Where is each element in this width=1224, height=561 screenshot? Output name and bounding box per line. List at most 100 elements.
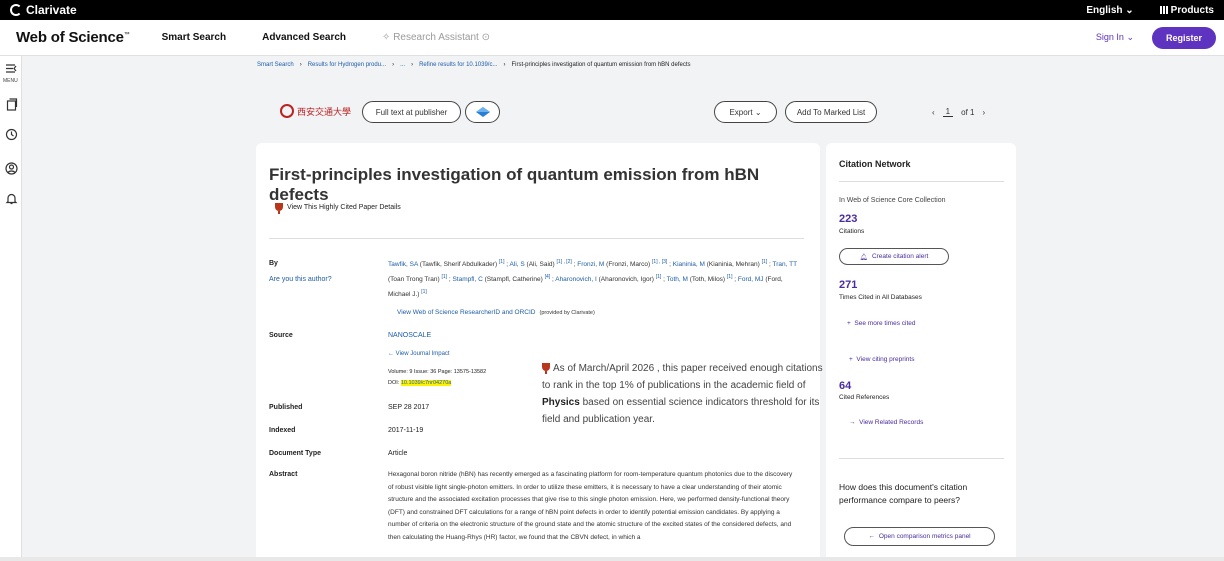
author-affiliation[interactable]: [1] , [3] (652, 259, 667, 265)
author-affiliation[interactable]: [1] (656, 274, 662, 280)
menu-label: MENU (3, 78, 18, 84)
author-full-name: (Fronzi, Marco) (606, 261, 651, 268)
are-you-this-author-link[interactable]: Are you this author? (269, 276, 332, 283)
breadcrumb-current: First-principles investigation of quantu… (511, 62, 691, 68)
diamond-icon (475, 107, 490, 117)
doi-link[interactable]: 10.1039/c7nr04270a (400, 380, 452, 386)
record-title: First-principles investigation of quantu… (269, 165, 760, 204)
author-affiliation[interactable]: [4] (545, 274, 551, 280)
breadcrumb-refine[interactable]: Refine results for 10.1039/c... (419, 62, 497, 68)
author-affiliation[interactable]: [1] (762, 259, 768, 265)
main-nav: Web of Science™ Smart Search Advanced Se… (0, 20, 1224, 56)
author-link[interactable]: Fronzi, M (577, 261, 604, 268)
bell-icon[interactable] (5, 192, 18, 205)
university-name: 西安交通大學 (297, 107, 352, 118)
published-value: SEP 28 2017 (388, 404, 430, 411)
highly-cited-link[interactable]: View This Highly Cited Paper Details (275, 203, 401, 214)
author-full-name: (Stampfl, Catherine) (484, 276, 543, 283)
breadcrumb-ellipsis[interactable]: ... (400, 62, 405, 68)
breadcrumb-sep: › (299, 62, 302, 68)
tooltip-text-after: based on essential science indicators th… (542, 397, 820, 425)
record-actions: 西安交通大學 Full text at publisher Export ⌄ A… (0, 101, 1224, 123)
register-button[interactable]: Register (1151, 26, 1216, 49)
times-cited-count[interactable]: 271 (839, 279, 857, 291)
products-menu[interactable]: Products (1159, 4, 1214, 16)
wos-logo[interactable]: Web of Science™ (16, 29, 130, 46)
author-link[interactable]: Tawfik, SA (388, 261, 418, 268)
view-related-records-link[interactable]: → View Related Records (849, 419, 923, 426)
abstract-text: Hexagonal boron nitride (hBN) has recent… (388, 471, 793, 541)
author-affiliation[interactable]: [1] (421, 289, 427, 295)
next-record-icon[interactable]: › (982, 108, 985, 117)
language-selector[interactable]: English ⌄ (1086, 5, 1133, 16)
open-comparison-panel-button[interactable]: ← Open comparison metrics panel (844, 527, 995, 546)
history-icon[interactable] (5, 128, 18, 141)
advanced-search-link[interactable]: Advanced Search (262, 32, 346, 43)
document-type-label: Document Type (269, 450, 321, 457)
clarivate-brand: Clarivate (26, 3, 77, 17)
trophy-icon (275, 203, 283, 214)
page-number-input[interactable]: 1 (942, 107, 954, 117)
divider (839, 458, 1004, 459)
researcher-id-link[interactable]: View Web of Science ResearcherID and ORC… (397, 309, 536, 316)
citations-count[interactable]: 223 (839, 213, 857, 225)
author-link[interactable]: Tran, TT (773, 261, 797, 268)
breadcrumb-sep: › (411, 62, 414, 68)
prev-record-icon[interactable]: ‹ (932, 108, 935, 117)
highly-cited-label: View This Highly Cited Paper Details (287, 203, 401, 211)
times-cited-label: Times Cited in All Databases (839, 294, 922, 301)
author-affiliation[interactable]: [1] (441, 274, 447, 280)
author-link[interactable]: Ali, S (510, 261, 525, 268)
grid-icon (1159, 5, 1168, 14)
arrow-left-icon: ← (868, 533, 875, 540)
viewport-bottom-edge (0, 557, 1224, 561)
full-text-button[interactable]: Full text at publisher (362, 101, 461, 123)
products-label: Products (1170, 4, 1214, 16)
citation-network-panel: Citation Network In Web of Science Core … (826, 143, 1016, 561)
sign-in-button[interactable]: Sign In ⌄ (1096, 32, 1134, 43)
wos-logo-tm: ™ (123, 32, 130, 38)
see-more-label: See more times cited (854, 320, 916, 327)
abstract-label: Abstract (269, 471, 298, 478)
journal-link[interactable]: NANOSCALE (388, 332, 431, 339)
see-more-times-cited-link[interactable]: + See more times cited (847, 320, 915, 327)
menu-icon[interactable] (5, 62, 18, 75)
divider (839, 181, 1004, 182)
tooltip-text-before: As of March/April 2026 , this paper rece… (542, 363, 823, 391)
document-type-value: Article (388, 450, 408, 457)
export-button[interactable]: Export ⌄ (714, 101, 777, 123)
cited-references-count[interactable]: 64 (839, 380, 851, 392)
by-label: By (269, 260, 278, 267)
author-link[interactable]: Kianinia, M (673, 261, 705, 268)
indexed-value: 2017-11-19 (388, 427, 424, 434)
view-citing-preprints-link[interactable]: + View citing preprints (849, 356, 914, 363)
trophy-icon (542, 363, 550, 374)
author-link[interactable]: Ford, MJ (738, 276, 764, 283)
breadcrumb-results[interactable]: Results for Hydrogen produ... (308, 62, 386, 68)
clarivate-logo[interactable]: Clarivate (10, 3, 77, 17)
author-full-name: (Ali, Said) (526, 261, 555, 268)
author-affiliation[interactable]: [1] (499, 259, 505, 265)
research-assistant-link[interactable]: ✧ Research Assistant ⊙ (382, 32, 490, 43)
author-link[interactable]: Aharonovich, I (555, 276, 597, 283)
breadcrumb-smart-search[interactable]: Smart Search (257, 62, 294, 68)
university-link[interactable]: 西安交通大學 (280, 104, 351, 118)
author-affiliation[interactable]: [1] (727, 274, 733, 280)
smart-search-link[interactable]: Smart Search (162, 32, 226, 43)
published-label: Published (269, 404, 303, 411)
author-affiliation[interactable]: [1] , [2] (557, 259, 572, 265)
bell-icon: 🔔︎ (859, 253, 868, 261)
author-link[interactable]: Stampfl, C (452, 276, 482, 283)
author-link[interactable]: Toth, M (667, 276, 688, 283)
doi-row: DOI: 10.1039/c7nr04270a (388, 380, 452, 386)
collection-label: In Web of Science Core Collection (839, 197, 946, 204)
cited-references-label: Cited References (839, 394, 890, 401)
source-label: Source (269, 332, 293, 339)
author-full-name: (Toan Trong Tran) (388, 276, 440, 283)
create-citation-alert-button[interactable]: 🔔︎ Create citation alert (839, 248, 949, 265)
unpaywall-button[interactable] (465, 101, 500, 123)
journal-impact-link[interactable]: ← View Journal Impact (388, 351, 450, 357)
profile-icon[interactable] (5, 162, 18, 175)
add-to-marked-list-button[interactable]: Add To Marked List (785, 101, 877, 123)
breadcrumb-sep: › (392, 62, 395, 68)
